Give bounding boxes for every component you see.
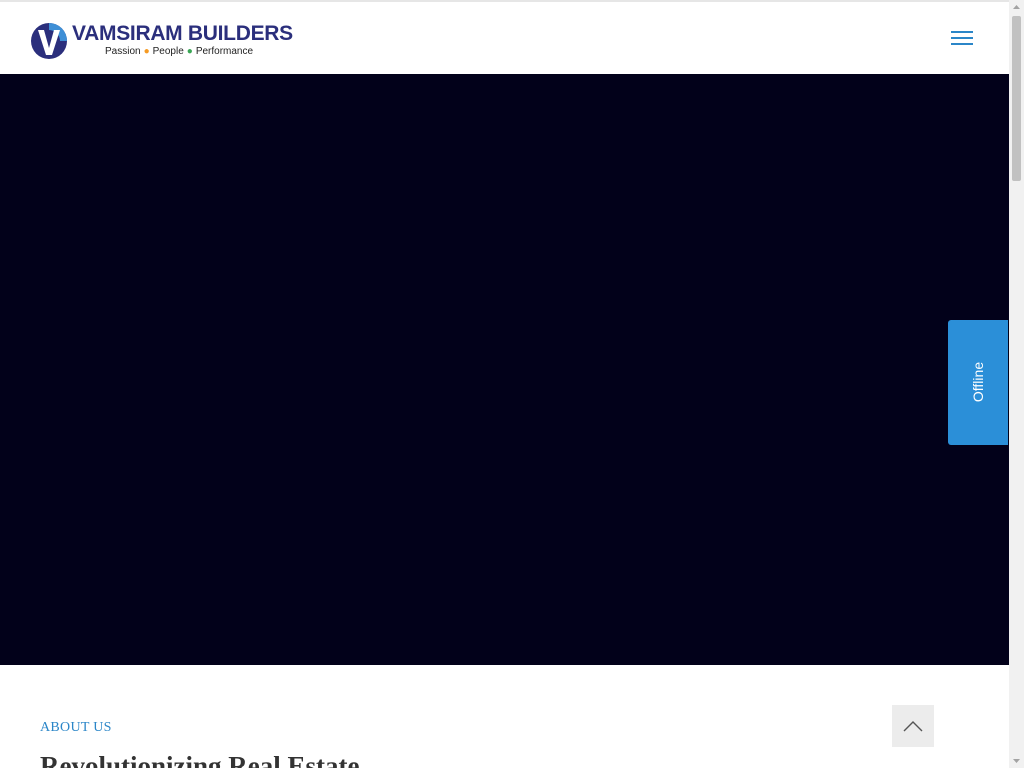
section-eyebrow: ABOUT US: [40, 720, 112, 735]
logo-tagline: Passion ● People ● Performance: [105, 46, 253, 57]
chevron-up-icon: [903, 721, 923, 732]
tagline-word: Performance: [195, 46, 254, 57]
menu-bar: [951, 43, 973, 45]
chat-offline-tab[interactable]: Offline: [948, 320, 1008, 445]
page: VAMSIRAM BUILDERS Passion ● People ● Perform…: [0, 0, 1024, 768]
section-title: Revolutionizing Real Estate: [40, 751, 360, 768]
tagline-dot: ●: [143, 46, 150, 57]
menu-bar: [951, 37, 973, 39]
back-to-top-button[interactable]: [892, 705, 934, 747]
v-logo-icon: [31, 23, 67, 59]
logo-name: VAMSIRAM BUILDERS: [72, 22, 293, 45]
chat-status-label: Offline: [970, 361, 986, 403]
page-scrollbar[interactable]: [1009, 0, 1024, 768]
tagline-word: People: [152, 46, 184, 57]
about-section: ABOUT US Revolutionizing Real Estate: [0, 665, 1009, 768]
scroll-up-icon[interactable]: [1009, 0, 1024, 15]
scroll-thumb[interactable]: [1012, 16, 1021, 181]
site-logo[interactable]: VAMSIRAM BUILDERS Passion ● People ● Perform…: [30, 20, 293, 64]
tagline-dot: ●: [186, 46, 193, 57]
site-header: VAMSIRAM BUILDERS Passion ● People ● Perform…: [0, 2, 1009, 74]
menu-bar: [951, 31, 973, 33]
hero-banner: [0, 74, 1009, 665]
tagline-word: Passion: [105, 46, 141, 57]
hamburger-menu-icon[interactable]: [948, 26, 976, 50]
scroll-down-icon[interactable]: [1009, 753, 1024, 768]
